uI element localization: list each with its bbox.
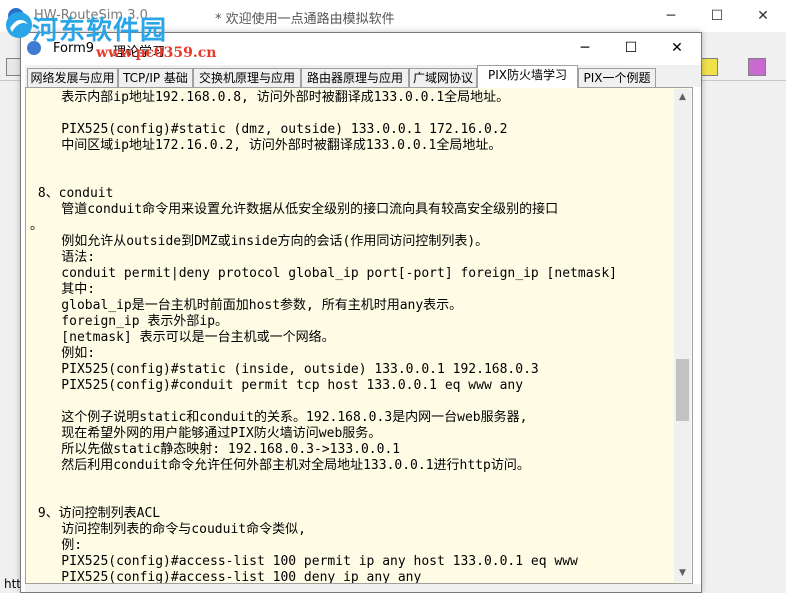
lesson-line: 。: [30, 218, 44, 233]
tab-router-principles[interactable]: 路由器原理与应用: [301, 68, 409, 87]
lesson-line: [30, 490, 670, 506]
minimize-icon: ─: [580, 40, 590, 56]
lesson-line: 这个例子说明static和conduit的关系。192.168.0.3是内网一台…: [30, 410, 528, 425]
watermark-url: www.pc0359.cn: [96, 45, 217, 61]
minimize-icon: ─: [666, 8, 676, 24]
lesson-line: 8、conduit: [30, 186, 114, 201]
lesson-line: 例如允许从outside到DMZ或inside方向的会话(作用同访问控制列表)。: [30, 234, 489, 249]
scroll-up-arrow-icon[interactable]: ▲: [674, 89, 691, 106]
lesson-line: PIX525(config)#static (dmz, outside) 133…: [30, 122, 508, 137]
scroll-thumb[interactable]: [676, 359, 689, 421]
form9-maximize-button[interactable]: ☐: [608, 33, 654, 63]
tab-switch-principles[interactable]: 交换机原理与应用: [193, 68, 301, 87]
lesson-line: 所以先做static静态映射: 192.168.0.3->133.0.0.1: [30, 442, 401, 457]
lesson-line: 访问控制列表的命令与couduit命令类似,: [30, 522, 306, 537]
lesson-line: [30, 154, 670, 170]
lesson-line: 然后利用conduit命令允许任何外部主机对全局地址133.0.0.1进行htt…: [30, 458, 530, 473]
lesson-line: global_ip是一台主机时前面加host参数, 所有主机时用any表示。: [30, 298, 463, 313]
lesson-line: [30, 170, 670, 186]
watermark: 河东软件园 www.pc0359.cn: [4, 10, 217, 66]
close-icon: ✕: [671, 40, 683, 56]
maximize-icon: ☐: [710, 8, 724, 24]
tab-wan-protocols[interactable]: 广域网协议: [409, 68, 477, 87]
lesson-line: 管道conduit命令用来设置允许数据从低安全级别的接口流向具有较高安全级别的接…: [30, 202, 559, 217]
lesson-text: 表示内部ip地址192.168.0.8, 访问外部时被翻译成133.0.0.1全…: [30, 90, 670, 584]
lesson-line: PIX525(config)#access-list 100 deny ip a…: [30, 570, 422, 584]
vertical-scrollbar[interactable]: ▲ ▼: [674, 89, 691, 582]
toolbar-icon-purple[interactable]: [748, 58, 766, 76]
bottom-strip: [25, 584, 701, 592]
lesson-line: 中间区域ip地址172.16.0.2, 访问外部时被翻译成133.0.0.1全局…: [30, 138, 502, 153]
lesson-line: [netmask] 表示可以是一台主机或一个网络。: [30, 330, 335, 345]
tab-strip: 网络发展与应用 TCP/IP 基础 交换机原理与应用 路由器原理与应用 广域网协…: [25, 65, 701, 88]
content-area[interactable]: 表示内部ip地址192.168.0.8, 访问外部时被翻译成133.0.0.1全…: [25, 87, 693, 584]
main-minimize-button[interactable]: ─: [648, 0, 694, 32]
main-maximize-button[interactable]: ☐: [694, 0, 740, 32]
lesson-line: 例如:: [30, 346, 96, 361]
maximize-icon: ☐: [624, 40, 638, 56]
lesson-line: foreign_ip 表示外部ip。: [30, 314, 229, 329]
form9-close-button[interactable]: ✕: [654, 33, 700, 63]
lesson-line: PIX525(config)#static (inside, outside) …: [30, 362, 539, 377]
watermark-name: 河东软件园: [32, 16, 168, 46]
lesson-line: 例:: [30, 538, 83, 553]
lesson-line: [30, 106, 670, 122]
main-close-button[interactable]: ✕: [740, 0, 786, 32]
lesson-line: 表示内部ip地址192.168.0.8, 访问外部时被翻译成133.0.0.1全…: [30, 90, 510, 105]
lesson-line: PIX525(config)#conduit permit tcp host 1…: [30, 378, 524, 393]
tab-tcpip-basics[interactable]: TCP/IP 基础: [118, 68, 193, 87]
lesson-line: 语法:: [30, 250, 96, 265]
main-window-subtitle: * 欢迎使用一点通路由模拟软件: [215, 12, 395, 27]
lesson-line: 现在希望外网的用户能够通过PIX防火墙访问web服务。: [30, 426, 382, 441]
lesson-line: 9、访问控制列表ACL: [30, 506, 161, 521]
tab-pix-firewall[interactable]: PIX防火墙学习: [477, 65, 578, 88]
tab-pix-example[interactable]: PIX一个例题: [578, 68, 656, 87]
lesson-line: PIX525(config)#access-list 100 permit ip…: [30, 554, 578, 569]
close-icon: ✕: [757, 8, 769, 24]
lesson-line: [30, 394, 670, 410]
watermark-logo-icon: [6, 12, 32, 38]
toolbar-icon-yellow[interactable]: [700, 58, 718, 76]
tab-network-development[interactable]: 网络发展与应用: [27, 68, 118, 87]
lesson-line: conduit permit|deny protocol global_ip p…: [30, 266, 617, 281]
lesson-line: 其中:: [30, 282, 96, 297]
form9-window: Form9 理论学习 ─ ☐ ✕ 网络发展与应用 TCP/IP 基础 交换机原理…: [20, 32, 702, 593]
scroll-down-arrow-icon[interactable]: ▼: [674, 565, 691, 582]
form9-minimize-button[interactable]: ─: [562, 33, 608, 63]
lesson-line: [30, 474, 670, 490]
